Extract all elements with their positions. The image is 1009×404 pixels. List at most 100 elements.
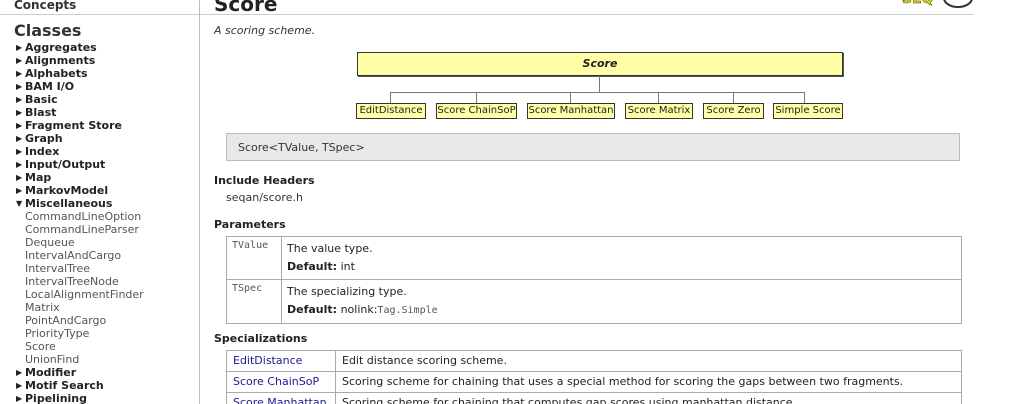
sidebar-item[interactable]: ▶ Motif Search [0,379,144,392]
param-description: The value type. Default: int [281,236,962,280]
sidebar-item[interactable]: LocalAlignmentFinder [0,288,144,301]
param-name: TValue [226,236,282,280]
sidebar-item-label: Miscellaneous [25,197,113,210]
sidebar-item-label: CommandLineParser [25,223,139,236]
sidebar-item[interactable]: ▶ Basic [0,93,144,106]
sidebar-item[interactable]: ▶ Fragment Store [0,119,144,132]
specialization-description: Scoring scheme for chaining that compute… [335,392,962,404]
seqan-logo: SEQ [902,0,973,8]
sidebar-item-label: Modifier [25,366,77,379]
param-default: Default: nolink:Tag.Simple [287,301,956,320]
sidebar-item-label: Graph [25,132,63,145]
specialization-link[interactable]: Score ChainSoP [226,371,336,393]
caret-right-icon[interactable]: ▶ [16,106,22,119]
diagram-child-node[interactable]: Simple Score [773,103,843,119]
diagram-connector [804,92,805,103]
caret-down-icon[interactable]: ▼ [16,197,22,210]
sidebar-item-label: Matrix [25,301,60,314]
sidebar-item-label: IntervalTreeNode [25,275,119,288]
caret-right-icon[interactable]: ▶ [16,132,22,145]
sidebar-item[interactable]: IntervalTreeNode [0,275,144,288]
specialization-link[interactable]: Score Manhattan [226,392,336,404]
caret-right-icon[interactable]: ▶ [16,93,22,106]
sidebar-item[interactable]: Matrix [0,301,144,314]
sidebar-item-label: Dequeue [25,236,75,249]
sidebar-item-label: MarkovModel [25,184,109,197]
caret-right-icon[interactable]: ▶ [16,54,22,67]
caret-right-icon[interactable]: ▶ [16,379,22,392]
sidebar-item-label: IntervalAndCargo [25,249,122,262]
diagram-child-node[interactable]: Score Matrix [625,103,693,119]
sidebar-item-label: PointAndCargo [25,314,107,327]
sidebar-item[interactable]: ▶ BAM I/O [0,80,144,93]
caret-right-icon[interactable]: ▶ [16,41,22,54]
caret-right-icon[interactable]: ▶ [16,67,22,80]
sidebar-item-label: Map [25,171,52,184]
sidebar-item[interactable]: ▶ Modifier [0,366,144,379]
sidebar-item[interactable]: PriorityType [0,327,144,340]
sidebar-item[interactable]: ▶ Aggregates [0,41,144,54]
diagram-connector [733,92,734,103]
sidebar-item[interactable]: ▼ Miscellaneous [0,197,144,210]
sidebar-item[interactable]: CommandLineParser [0,223,144,236]
diagram-root-node[interactable]: Score [357,52,843,76]
sidebar-item-label: Aggregates [25,41,97,54]
diagram-connector [570,92,571,103]
sidebar-item[interactable]: Score [0,340,144,353]
sidebar-item[interactable]: ▶ Map [0,171,144,184]
sidebar-item[interactable]: ▶ Input/Output [0,158,144,171]
sidebar-concepts-heading[interactable]: Concepts [14,0,76,12]
page-subtitle: A scoring scheme. [214,24,316,37]
sidebar-item[interactable]: ▶ Alignments [0,54,144,67]
sidebar-item[interactable]: CommandLineOption [0,210,144,223]
sidebar-item-label: Input/Output [25,158,106,171]
diagram-connector [599,76,600,84]
caret-right-icon[interactable]: ▶ [16,158,22,171]
sidebar-item-label: Index [25,145,60,158]
caret-right-icon[interactable]: ▶ [16,119,22,132]
sidebar-item-label: CommandLineOption [25,210,142,223]
include-header-file: seqan/score.h [226,191,303,204]
caret-right-icon[interactable]: ▶ [16,80,22,93]
sidebar-item[interactable]: ▶ Graph [0,132,144,145]
diagram-child-node[interactable]: Score Manhattan [527,103,615,119]
sidebar-class-list: ▶ Aggregates ▶ Alignments ▶ Alphabets ▶ BAM I/O… [0,41,144,404]
caret-right-icon[interactable]: ▶ [16,392,22,404]
sidebar-divider [0,14,199,15]
caret-right-icon[interactable]: ▶ [16,145,22,158]
caret-right-icon[interactable]: ▶ [16,171,22,184]
table-row: TSpec The specializing type. Default: no… [226,279,962,324]
sidebar-item[interactable]: ▶ Alphabets [0,67,144,80]
caret-right-icon[interactable]: ▶ [16,366,22,379]
header-divider [200,14,974,15]
sidebar-item-label: PriorityType [25,327,90,340]
caret-right-icon[interactable]: ▶ [16,184,22,197]
param-default: Default: int [287,258,956,276]
sidebar-item-label: LocalAlignmentFinder [25,288,144,301]
sidebar-item[interactable]: ▶ Pipelining [0,392,144,404]
specializations-heading: Specializations [214,332,308,345]
sidebar-item-label: Motif Search [25,379,104,392]
param-default-value: int [340,260,355,273]
sidebar-item[interactable]: PointAndCargo [0,314,144,327]
table-row: TValue The value type. Default: int [226,236,962,280]
specializations-table: EditDistance Edit distance scoring schem… [226,350,962,404]
sidebar-item-label: Basic [25,93,58,106]
sidebar-item-label: Fragment Store [25,119,122,132]
sidebar-item[interactable]: IntervalAndCargo [0,249,144,262]
diagram-child-node[interactable]: Score Zero [703,103,764,119]
sidebar-item[interactable]: ▶ Blast [0,106,144,119]
parameters-heading: Parameters [214,218,286,231]
sidebar-item[interactable]: ▶ MarkovModel [0,184,144,197]
specialization-link[interactable]: EditDistance [226,350,336,372]
sidebar-item[interactable]: UnionFind [0,353,144,366]
sidebar-item[interactable]: ▶ Index [0,145,144,158]
param-default-code: Tag.Simple [377,305,438,316]
sidebar-item[interactable]: Dequeue [0,236,144,249]
sidebar-item[interactable]: IntervalTree [0,262,144,275]
sidebar-classes-heading: Classes [14,21,82,40]
diagram-connector [390,92,804,93]
diagram-child-node[interactable]: EditDistance [356,103,426,119]
specialization-description: Scoring scheme for chaining that uses a … [335,371,962,393]
diagram-child-node[interactable]: Score ChainSoP [436,103,517,119]
